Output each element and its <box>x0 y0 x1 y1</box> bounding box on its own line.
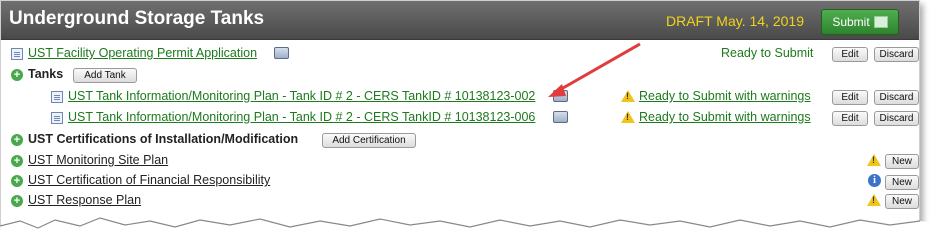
torn-edge <box>0 217 950 252</box>
